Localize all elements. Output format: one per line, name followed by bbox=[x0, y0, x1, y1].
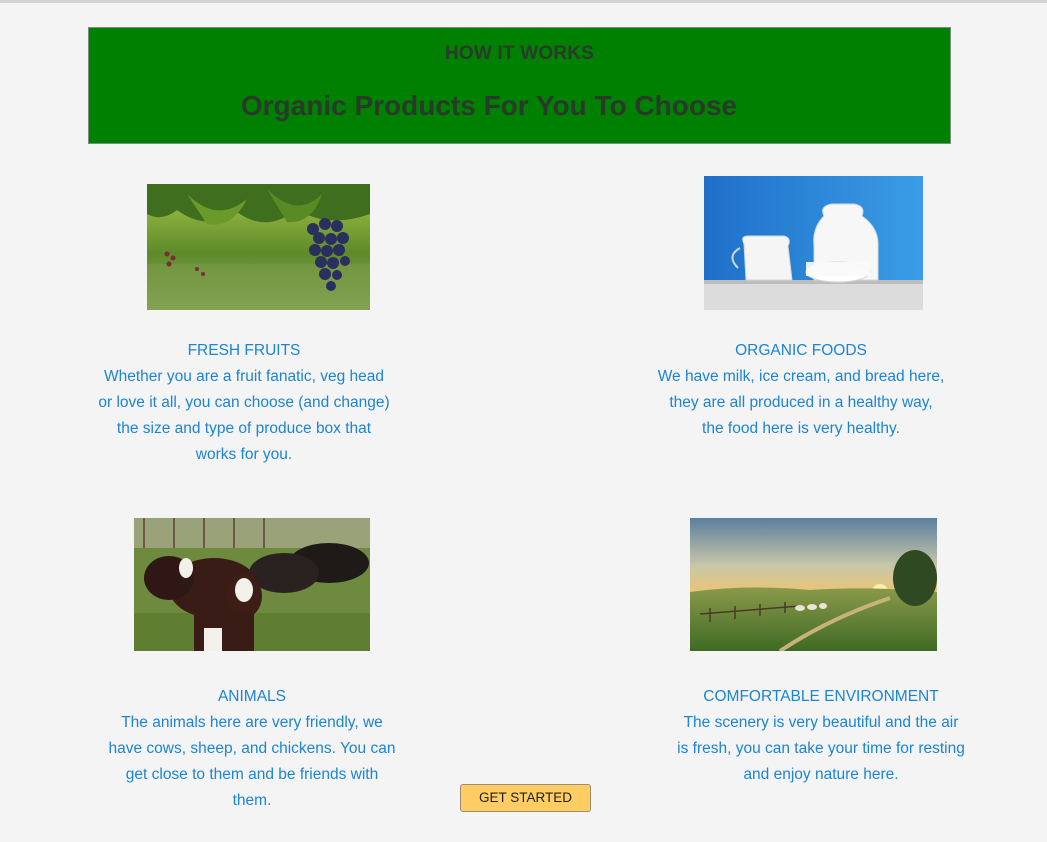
countryside-image bbox=[690, 518, 937, 651]
card-animals: ANIMALS The animals here are very friend… bbox=[92, 684, 412, 814]
card-title: ANIMALS bbox=[217, 688, 287, 705]
card-title: FRESH FRUITS bbox=[187, 342, 301, 359]
page-title: Organic Products For You To Choose bbox=[240, 90, 738, 121]
milk-image bbox=[704, 176, 923, 310]
cows-image bbox=[134, 518, 370, 651]
get-started-button[interactable]: GET STARTED bbox=[460, 784, 591, 812]
card-description: We have milk, ice cream, and bread here,… bbox=[657, 368, 945, 437]
top-divider bbox=[0, 0, 1047, 3]
grapes-image bbox=[147, 184, 370, 310]
card-organic-foods: ORGANIC FOODS We have milk, ice cream, a… bbox=[641, 338, 961, 442]
section-kicker: HOW IT WORKS bbox=[444, 43, 595, 64]
card-description: The animals here are very friendly, we h… bbox=[108, 714, 396, 809]
card-description: Whether you are a fruit fanatic, veg hea… bbox=[98, 368, 390, 463]
card-fresh-fruits: FRESH FRUITS Whether you are a fruit fan… bbox=[84, 338, 404, 468]
card-title: ORGANIC FOODS bbox=[735, 342, 867, 359]
card-title: COMFORTABLE ENVIRONMENT bbox=[703, 688, 939, 705]
card-description: The scenery is very beautiful and the ai… bbox=[677, 714, 965, 783]
header-banner: HOW IT WORKS Organic Products For You To… bbox=[88, 27, 951, 144]
card-comfortable-environment: COMFORTABLE ENVIRONMENT The scenery is v… bbox=[661, 684, 981, 788]
